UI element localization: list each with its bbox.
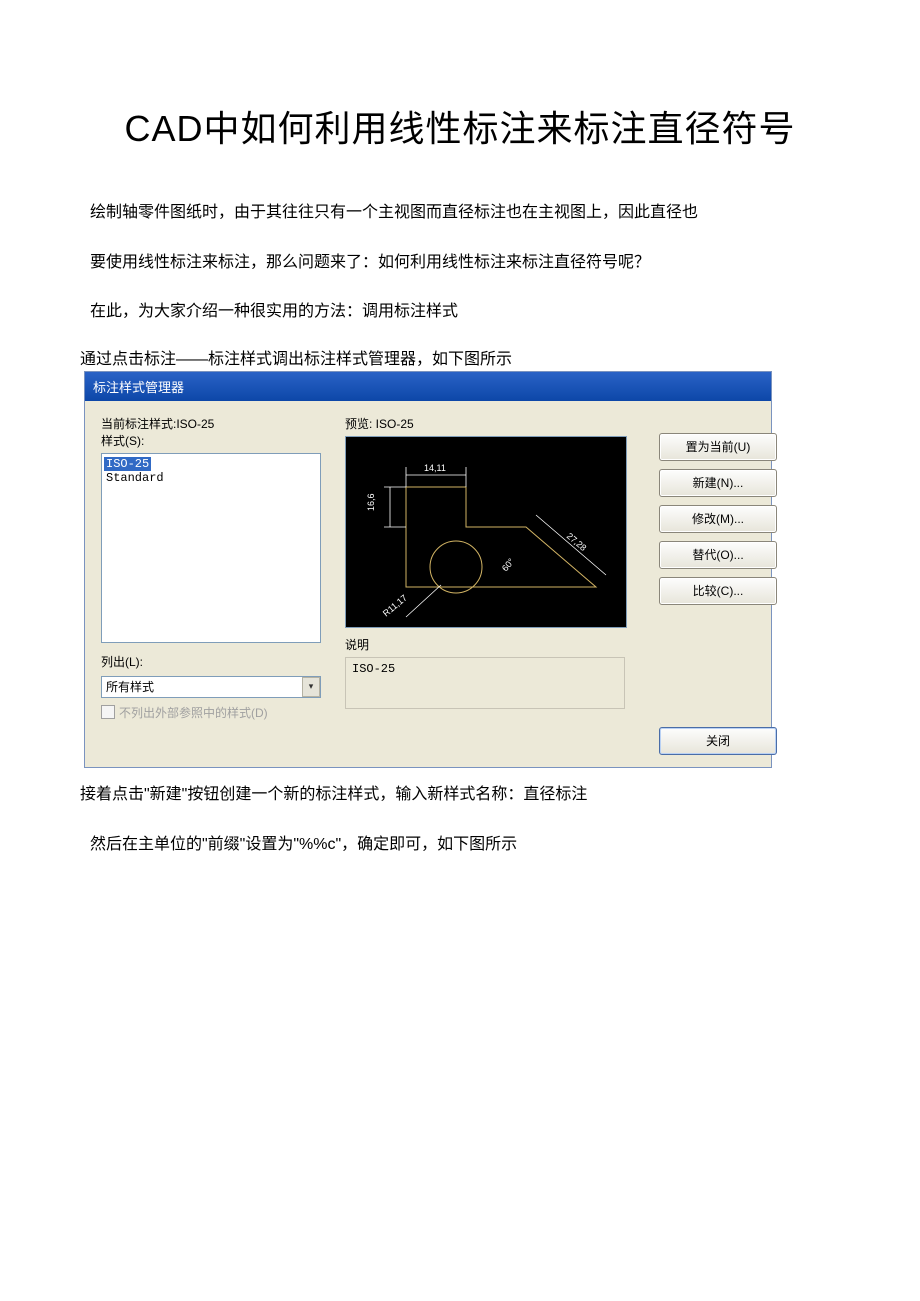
- style-item-standard[interactable]: Standard: [104, 471, 318, 485]
- preview-image: 14,11 16,6 27,28: [345, 436, 627, 628]
- set-current-button[interactable]: 置为当前(U): [659, 433, 777, 461]
- preview-dim-top: 14,11: [424, 463, 446, 473]
- list-combobox[interactable]: 所有样式 ▾: [101, 676, 321, 698]
- styles-listbox[interactable]: ISO-25 Standard: [101, 453, 321, 643]
- buttons-column: 置为当前(U) 新建(N)... 修改(M)... 替代(O)... 比较(C)…: [659, 433, 777, 605]
- preview-dim-left: 16,6: [366, 493, 376, 511]
- description-box: ISO-25: [345, 657, 625, 709]
- paragraph-6: 然后在主单位的"前缀"设置为"%%c"，确定即可，如下图所示: [80, 824, 840, 866]
- preview-column: 预览: ISO-25 14,11: [345, 415, 645, 709]
- page-title: CAD中如何利用线性标注来标注直径符号: [80, 100, 840, 152]
- exclude-xref-row: 不列出外部参照中的样式(D): [101, 704, 331, 721]
- compare-button[interactable]: 比较(C)...: [659, 577, 777, 605]
- description-label: 说明: [345, 636, 645, 653]
- paragraph-1: 绘制轴零件图纸时，由于其往往只有一个主视图而直径标注也在主视图上，因此直径也: [80, 192, 840, 234]
- preview-dim-angle: 60°: [500, 556, 517, 573]
- list-label: 列出(L):: [101, 653, 331, 670]
- chevron-down-icon[interactable]: ▾: [302, 677, 320, 697]
- preview-svg: 14,11 16,6 27,28: [346, 437, 626, 627]
- close-button[interactable]: 关闭: [659, 727, 777, 755]
- new-button[interactable]: 新建(N)...: [659, 469, 777, 497]
- checkbox-icon[interactable]: [101, 705, 115, 719]
- paragraph-4: 通过点击标注——标注样式调出标注样式管理器，如下图所示: [80, 345, 840, 369]
- modify-button[interactable]: 修改(M)...: [659, 505, 777, 533]
- style-item-iso25[interactable]: ISO-25: [104, 457, 151, 471]
- styles-column: 当前标注样式:ISO-25 样式(S): ISO-25 Standard 列出(…: [101, 415, 331, 721]
- paragraph-5: 接着点击"新建"按钮创建一个新的标注样式，输入新样式名称：直径标注: [80, 780, 840, 804]
- current-style-label: 当前标注样式:ISO-25: [101, 415, 331, 432]
- list-combobox-value: 所有样式: [106, 678, 154, 695]
- preview-label: 预览: ISO-25: [345, 415, 645, 432]
- exclude-xref-label: 不列出外部参照中的样式(D): [119, 704, 268, 721]
- dimension-style-manager-dialog: 标注样式管理器 当前标注样式:ISO-25 样式(S): ISO-25 Stan…: [84, 371, 772, 768]
- styles-label: 样式(S):: [101, 432, 331, 449]
- dialog-body: 当前标注样式:ISO-25 样式(S): ISO-25 Standard 列出(…: [85, 401, 771, 767]
- paragraph-3: 在此，为大家介绍一种很实用的方法：调用标注样式: [80, 291, 840, 333]
- paragraph-2: 要使用线性标注来标注，那么问题来了：如何利用线性标注来标注直径符号呢？: [80, 242, 840, 284]
- preview-dim-radius: R11,17: [381, 592, 409, 618]
- close-row: 关闭: [101, 727, 777, 755]
- override-button[interactable]: 替代(O)...: [659, 541, 777, 569]
- page-content: CAD中如何利用线性标注来标注直径符号 绘制轴零件图纸时，由于其往往只有一个主视…: [0, 0, 920, 933]
- dialog-titlebar: 标注样式管理器: [85, 372, 771, 401]
